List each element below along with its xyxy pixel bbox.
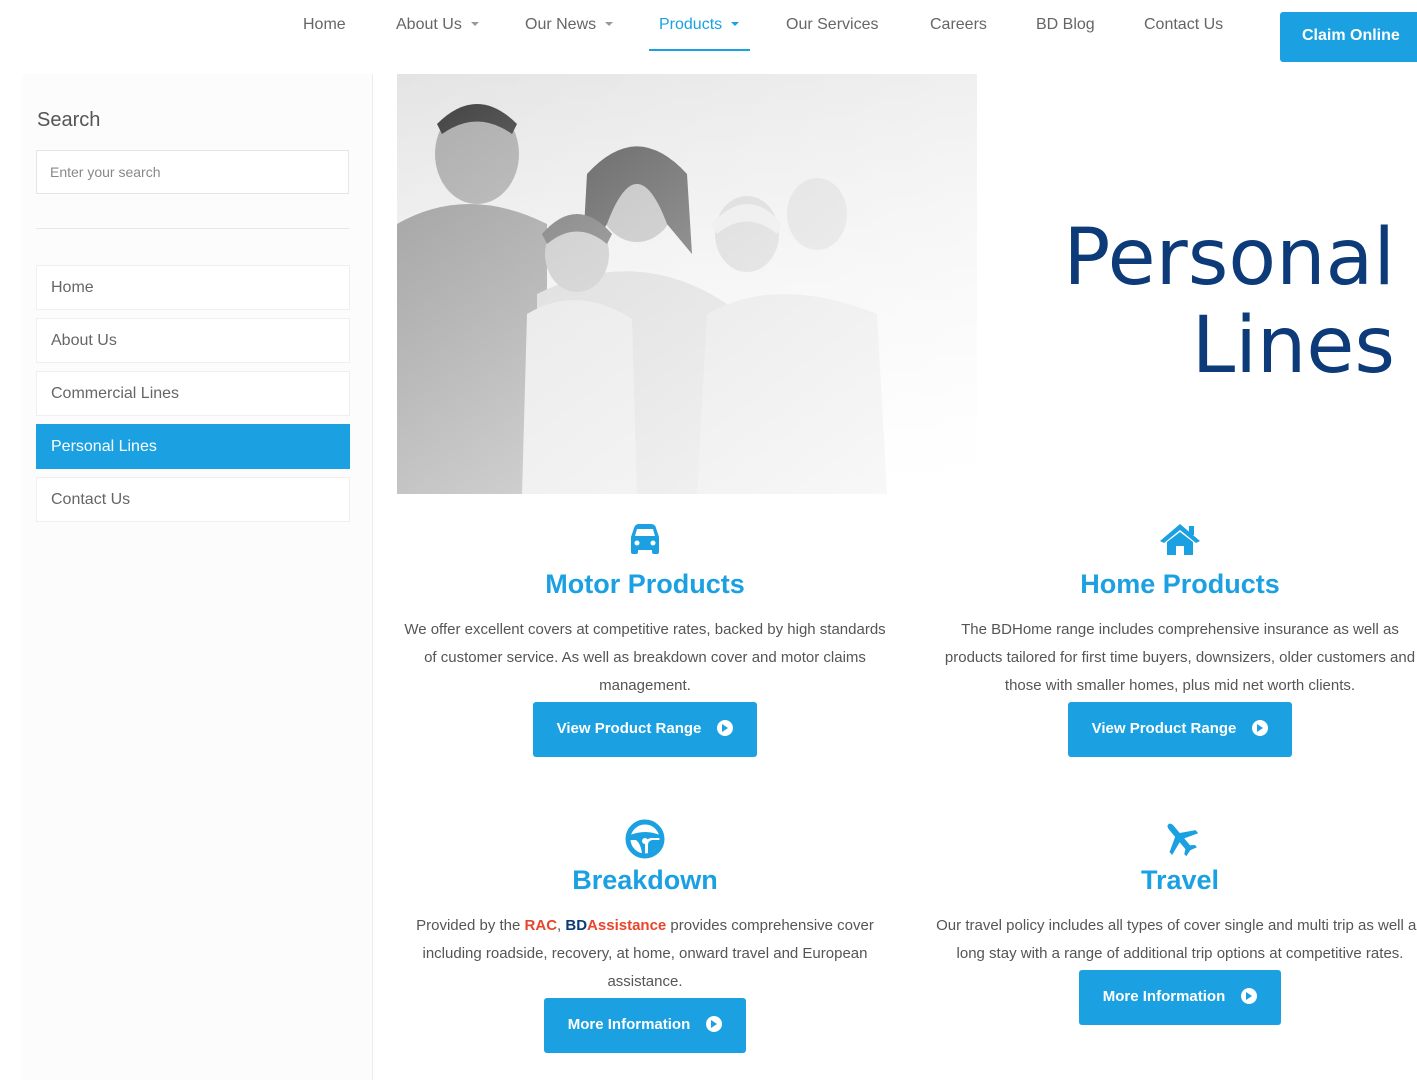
product-description: The BDHome range includes comprehensive … bbox=[944, 621, 1416, 694]
product-card-travel: Travel Our travel policy includes all ty… bbox=[935, 818, 1417, 1025]
chevron-down-icon bbox=[470, 21, 479, 26]
sidebar-item-home[interactable]: Home bbox=[36, 265, 350, 310]
button-label: View Product Range bbox=[556, 720, 702, 737]
product-card-motor: Motor Products We offer excellent covers… bbox=[400, 522, 890, 757]
plane-icon bbox=[935, 818, 1417, 857]
rac-brand-text: RAC bbox=[524, 917, 558, 934]
assistance-brand-text: Assistance bbox=[587, 917, 667, 934]
product-description: We offer excellent covers at competitive… bbox=[404, 621, 886, 694]
more-information-button[interactable]: More Information bbox=[1078, 970, 1282, 1025]
hero-banner: Personal Lines bbox=[397, 74, 1417, 494]
nav-about-us[interactable]: About Us bbox=[396, 16, 479, 36]
button-label: View Product Range bbox=[1091, 720, 1237, 737]
arrow-circle-right-icon bbox=[1241, 988, 1258, 1004]
claim-online-button[interactable]: Claim Online bbox=[1280, 12, 1417, 62]
bd-brand-text: BD bbox=[565, 917, 588, 934]
page-title-line-1: Personal bbox=[1063, 213, 1395, 303]
nav-products-label: Products bbox=[659, 16, 723, 33]
nav-active-underline bbox=[649, 49, 750, 51]
nav-home[interactable]: Home bbox=[303, 16, 346, 36]
sidebar-item-contact-us[interactable]: Contact Us bbox=[36, 477, 350, 522]
page-title-line-2: Lines bbox=[1191, 301, 1395, 391]
product-card-breakdown: Breakdown Provided by the RAC, BDAssista… bbox=[400, 818, 890, 1053]
family-illustration bbox=[397, 74, 977, 494]
button-label: More Information bbox=[1102, 988, 1226, 1005]
arrow-circle-right-icon bbox=[717, 720, 734, 736]
nav-our-services[interactable]: Our Services bbox=[786, 16, 878, 36]
search-input[interactable] bbox=[36, 150, 349, 194]
sidebar-menu: Home About Us Commercial Lines Personal … bbox=[36, 265, 350, 530]
product-title: Travel bbox=[1140, 865, 1220, 895]
sidebar-item-personal-lines[interactable]: Personal Lines bbox=[36, 424, 350, 469]
home-icon bbox=[935, 522, 1417, 560]
arrow-circle-right-icon bbox=[706, 1016, 723, 1032]
more-information-button[interactable]: More Information bbox=[543, 998, 747, 1053]
steering-wheel-icon bbox=[400, 818, 890, 859]
chevron-down-icon bbox=[731, 21, 740, 26]
product-title: Motor Products bbox=[545, 569, 745, 599]
nav-careers[interactable]: Careers bbox=[930, 16, 987, 36]
nav-products[interactable]: Products bbox=[659, 16, 740, 36]
arrow-circle-right-icon bbox=[1252, 720, 1269, 736]
sidebar-item-commercial-lines[interactable]: Commercial Lines bbox=[36, 371, 350, 416]
search-title: Search bbox=[37, 109, 101, 131]
sidebar-divider bbox=[36, 228, 350, 229]
nav-contact-us[interactable]: Contact Us bbox=[1144, 16, 1223, 36]
product-title: Home Products bbox=[1080, 569, 1280, 599]
desc-prefix: Provided by the bbox=[416, 917, 525, 934]
sidebar-item-about-us[interactable]: About Us bbox=[36, 318, 350, 363]
sidebar: Search Home About Us Commercial Lines Pe… bbox=[22, 74, 373, 1080]
nav-bd-blog[interactable]: BD Blog bbox=[1036, 16, 1095, 36]
button-label: More Information bbox=[567, 1016, 691, 1033]
car-icon bbox=[400, 522, 890, 560]
top-navigation: Home About Us Our News Products Our Serv… bbox=[0, 0, 1417, 70]
nav-about-us-label: About Us bbox=[396, 16, 462, 33]
page-title: Personal Lines bbox=[1063, 214, 1395, 390]
nav-our-news-label: Our News bbox=[525, 16, 597, 33]
nav-our-news[interactable]: Our News bbox=[525, 16, 614, 36]
product-description: Provided by the RAC, BDAssistance provid… bbox=[400, 912, 890, 996]
view-product-range-button[interactable]: View Product Range bbox=[1067, 702, 1293, 757]
product-title: Breakdown bbox=[572, 865, 718, 895]
family-photo bbox=[397, 74, 977, 494]
product-card-home: Home Products The BDHome range includes … bbox=[935, 522, 1417, 757]
chevron-down-icon bbox=[605, 21, 614, 26]
product-description: Our travel policy includes all types of … bbox=[936, 917, 1417, 962]
view-product-range-button[interactable]: View Product Range bbox=[532, 702, 758, 757]
